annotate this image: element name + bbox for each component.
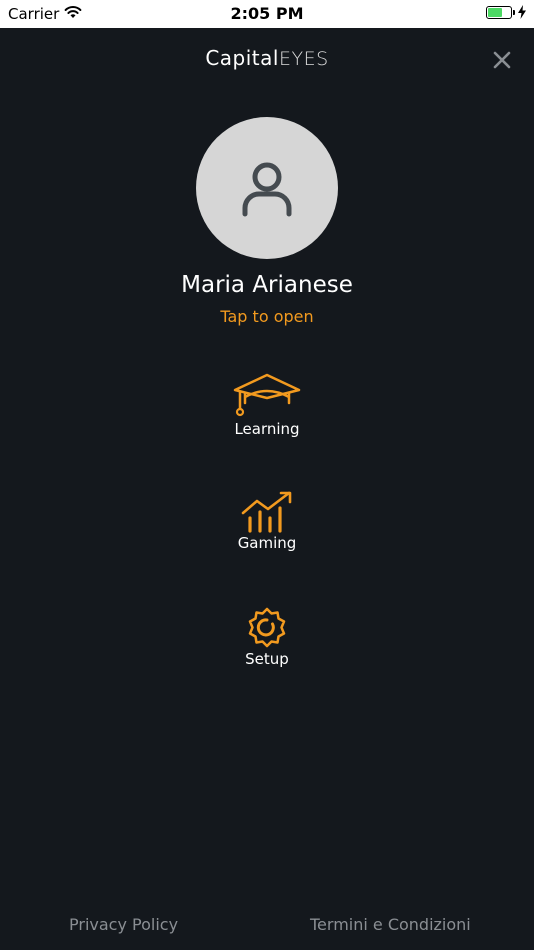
menu-label-setup: Setup	[245, 650, 289, 668]
gear-icon	[248, 607, 286, 648]
app-title: CapitalEYES	[0, 46, 534, 70]
menu-item-gaming[interactable]: Gaming	[187, 490, 347, 552]
chart-growth-icon	[241, 491, 292, 533]
privacy-policy-link[interactable]: Privacy Policy	[69, 915, 178, 934]
user-name: Maria Arianese	[181, 272, 353, 298]
brand-secondary: EYES	[278, 48, 329, 70]
tap-to-open-link[interactable]: Tap to open	[0, 307, 534, 326]
menu-item-setup[interactable]: Setup	[187, 606, 347, 668]
user-icon	[242, 162, 292, 217]
clock: 2:05 PM	[230, 4, 304, 23]
terms-link[interactable]: Termini e Condizioni	[310, 915, 471, 934]
battery-tip	[513, 10, 515, 15]
menu-label-learning: Learning	[234, 420, 300, 438]
close-icon[interactable]	[490, 48, 514, 72]
avatar[interactable]	[196, 117, 338, 259]
graduation-cap-icon	[233, 373, 301, 417]
charging-bolt-icon	[518, 5, 526, 19]
brand-primary: Capital	[205, 46, 279, 70]
status-bar: Carrier 2:05 PM	[0, 0, 534, 28]
menu-item-learning[interactable]: Learning	[187, 372, 347, 438]
battery-icon	[486, 6, 512, 19]
battery-level	[488, 8, 503, 17]
menu-label-gaming: Gaming	[237, 534, 297, 552]
